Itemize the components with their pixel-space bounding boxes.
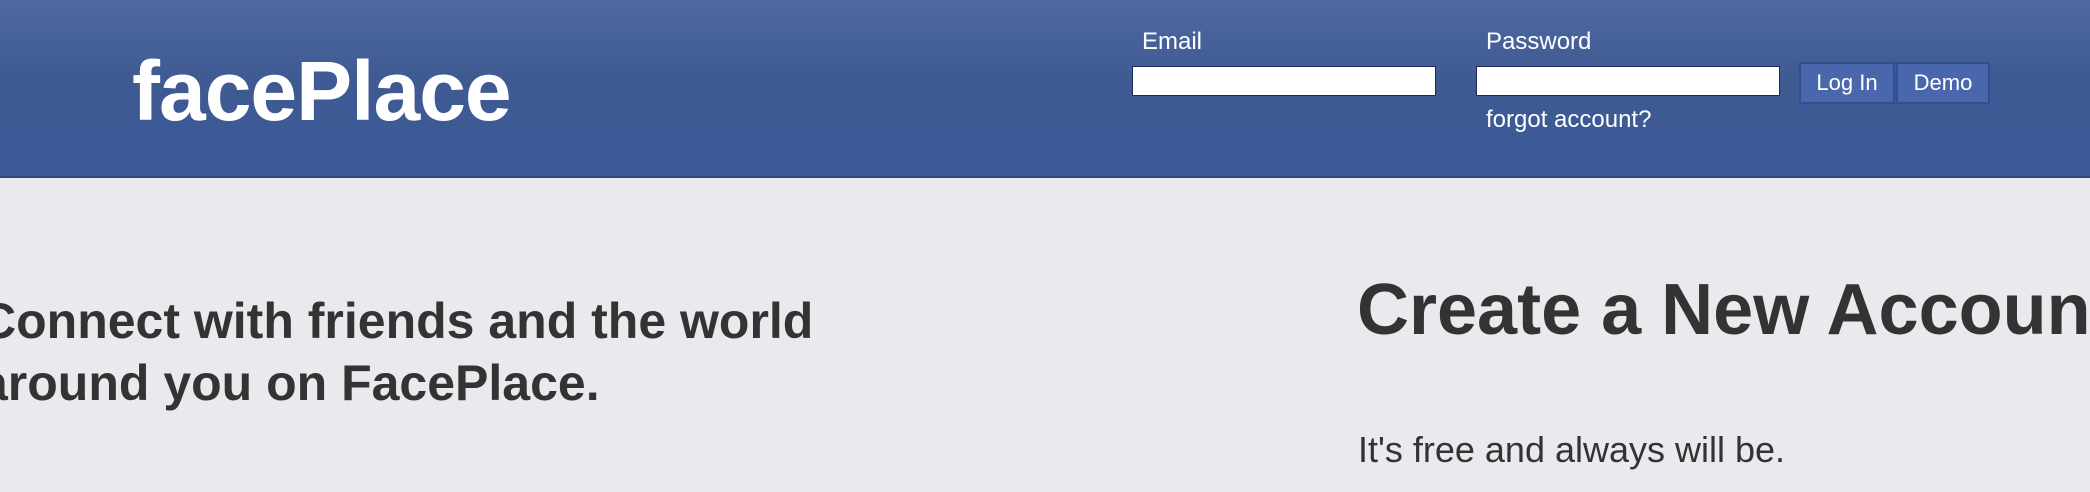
signup-title: Create a New Account [1357, 270, 2090, 350]
password-field[interactable] [1476, 66, 1780, 96]
password-label: Password [1486, 28, 1592, 55]
login-button[interactable]: Log In [1799, 62, 1895, 104]
site-logo: facePlace [132, 44, 512, 138]
forgot-account-link[interactable]: forgot account? [1486, 106, 1651, 134]
demo-button[interactable]: Demo [1896, 62, 1990, 104]
tagline: Connect with friends and the world aroun… [0, 293, 814, 411]
email-label: Email [1142, 28, 1203, 55]
email-field[interactable] [1132, 66, 1436, 96]
signup-subtitle: It's free and always will be. [1358, 429, 1786, 470]
top-navigation-bar: facePlace Email Password forgot account?… [0, 0, 2090, 178]
